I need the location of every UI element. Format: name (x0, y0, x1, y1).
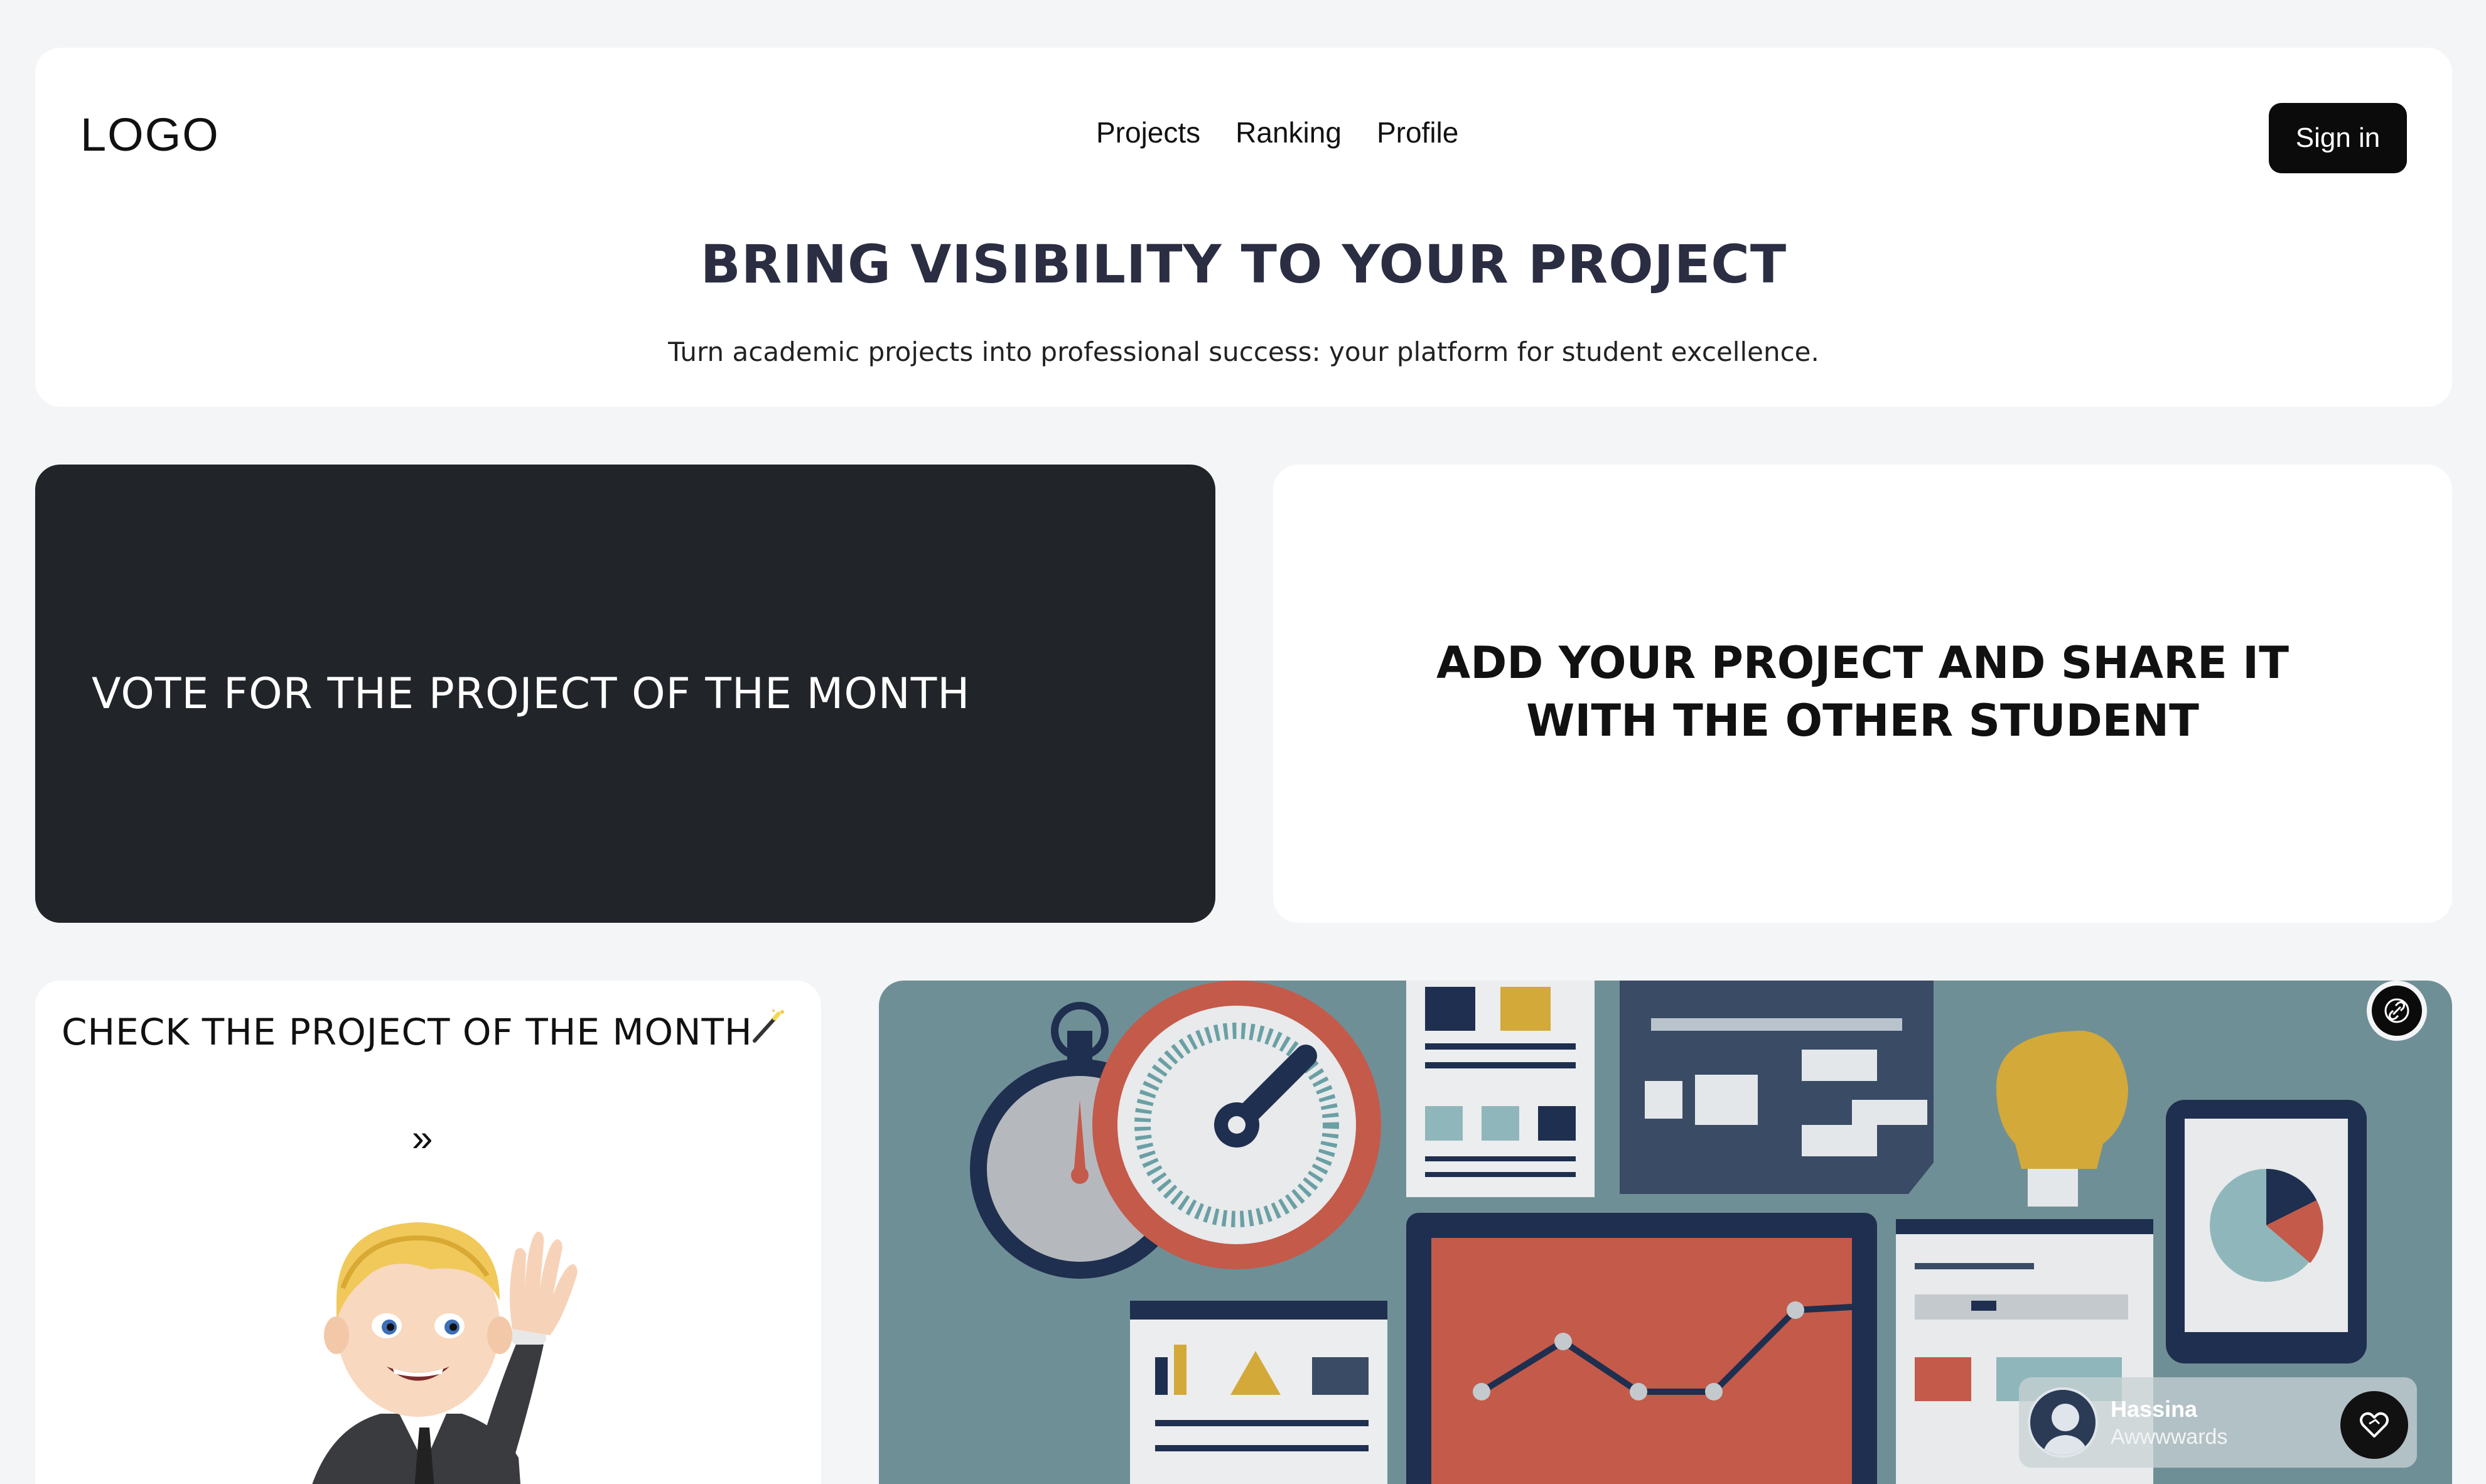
nav-item-profile[interactable]: Profile (1377, 116, 1458, 149)
author-badge[interactable]: Hassina Awwwwards (2019, 1377, 2417, 1468)
like-button[interactable] (2340, 1391, 2408, 1459)
vote-card-title: VOTE FOR THE PROJECT OF THE MONTH (92, 669, 971, 719)
author-avatar (2028, 1387, 2098, 1458)
logo[interactable]: LOGO (80, 108, 220, 161)
hero-subtitle: Turn academic projects into professional… (668, 336, 1819, 367)
chevron-double-right-icon[interactable]: » (412, 1116, 433, 1159)
add-project-card[interactable]: ADD YOUR PROJECT AND SHARE IT WITH THE O… (1273, 465, 2452, 923)
heart-icon (2360, 1412, 2389, 1438)
header-card: LOGO Projects Ranking Profile Sign in BR… (35, 48, 2452, 407)
vote-card[interactable]: VOTE FOR THE PROJECT OF THE MONTH (35, 465, 1215, 923)
nav-item-ranking[interactable]: Ranking (1235, 116, 1342, 149)
main-nav: Projects Ranking Profile (1096, 116, 1458, 149)
project-of-month-card: CHECK THE PROJECT OF THE MONTH » (35, 981, 821, 1484)
author-site: Awwwwards (2111, 1425, 2228, 1449)
link-button[interactable] (2367, 981, 2427, 1041)
project-showcase-card[interactable]: Hassina Awwwwards (879, 981, 2452, 1484)
link-icon (2384, 998, 2409, 1023)
hero-title: BRING VISIBILITY TO YOUR PROJECT (700, 234, 1787, 295)
project-of-month-title: CHECK THE PROJECT OF THE MONTH (62, 1011, 753, 1053)
magic-wand-icon (753, 1009, 784, 1043)
author-name: Hassina (2111, 1396, 2198, 1422)
sign-in-button[interactable]: Sign in (2269, 103, 2407, 173)
nav-item-projects[interactable]: Projects (1096, 116, 1200, 149)
add-project-title: ADD YOUR PROJECT AND SHARE IT WITH THE O… (1436, 637, 2289, 746)
waving-avatar-illustration (312, 1222, 578, 1484)
